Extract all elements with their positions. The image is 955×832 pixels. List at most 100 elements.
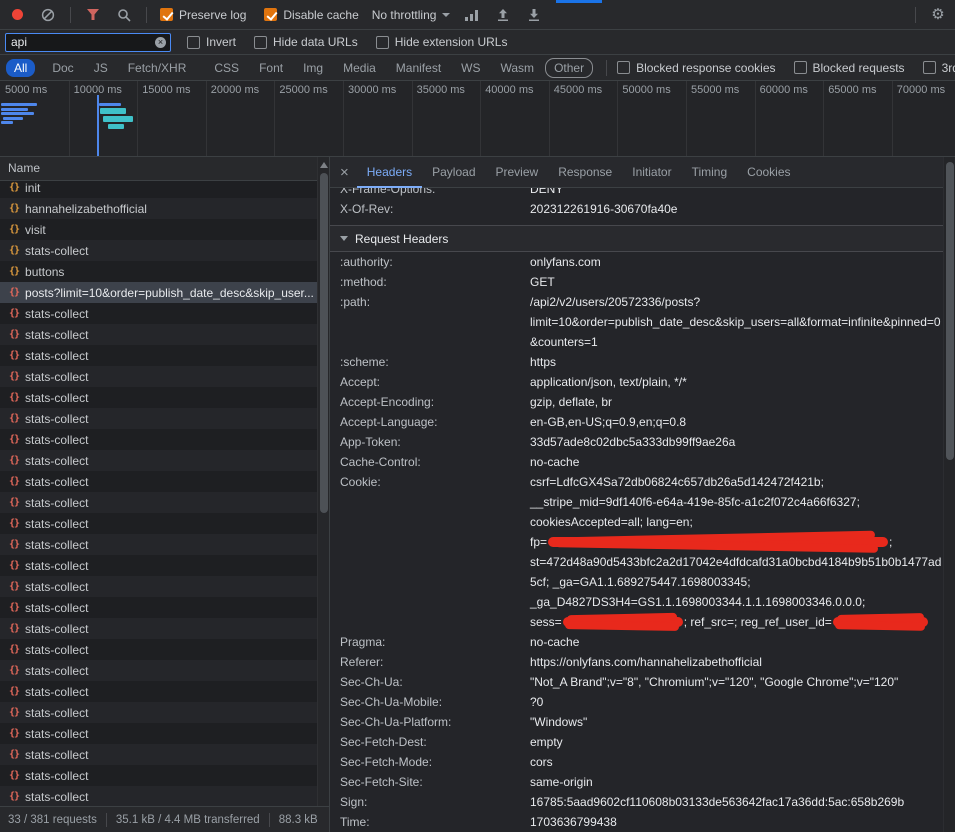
filter-chip-img[interactable]: Img: [295, 59, 331, 77]
request-row[interactable]: {}stats-collect: [0, 366, 317, 387]
request-row[interactable]: {}stats-collect: [0, 597, 317, 618]
request-name: stats-collect: [25, 412, 88, 426]
header-name: Sign:: [340, 792, 530, 812]
tab-headers[interactable]: Headers: [357, 157, 422, 188]
header-name: Sec-Fetch-Site:: [340, 772, 530, 792]
json-braces-icon: {}: [9, 224, 19, 235]
checkbox-label: Blocked response cookies: [636, 61, 775, 75]
request-row[interactable]: {}stats-collect: [0, 450, 317, 471]
json-braces-icon: {}: [9, 602, 19, 613]
settings-gear-button[interactable]: ⚙: [929, 6, 947, 24]
request-row[interactable]: {}stats-collect: [0, 744, 317, 765]
request-row[interactable]: {}init: [0, 181, 317, 198]
checkbox-label: Disable cache: [283, 8, 358, 22]
request-row[interactable]: {}stats-collect: [0, 639, 317, 660]
filter-chip-wasm[interactable]: Wasm: [493, 59, 543, 77]
request-row[interactable]: {}stats-collect: [0, 345, 317, 366]
header-value: "Windows": [530, 712, 943, 732]
request-headers-section[interactable]: Request Headers: [330, 226, 943, 252]
overview-strip[interactable]: 5000 ms10000 ms15000 ms20000 ms25000 ms3…: [0, 81, 955, 157]
filter-checkboxes: Invert Hide data URLs Hide extension URLs: [187, 35, 507, 49]
header-row: :authority:onlyfans.com: [340, 252, 943, 272]
clear-button[interactable]: [39, 6, 57, 24]
request-row[interactable]: {}stats-collect: [0, 471, 317, 492]
request-row[interactable]: {}visit: [0, 219, 317, 240]
name-column-header[interactable]: Name: [0, 157, 329, 181]
request-name: stats-collect: [25, 706, 88, 720]
request-row[interactable]: {}buttons: [0, 261, 317, 282]
request-name: stats-collect: [25, 664, 88, 678]
request-row[interactable]: {}posts?limit=10&order=publish_date_desc…: [0, 282, 317, 303]
close-icon[interactable]: ×: [340, 164, 349, 181]
filter-chip-doc[interactable]: Doc: [44, 59, 81, 77]
requests-scrollbar-thumb[interactable]: [320, 173, 328, 513]
checkbox-blocked-response-cookies[interactable]: Blocked response cookies: [617, 61, 775, 75]
request-row[interactable]: {}stats-collect: [0, 387, 317, 408]
export-har-button[interactable]: [525, 6, 543, 24]
overview-time-label: 55000 ms: [691, 84, 739, 96]
request-row[interactable]: {}stats-collect: [0, 408, 317, 429]
checkbox-hide-data-urls[interactable]: Hide data URLs: [254, 35, 358, 49]
overview-time-label: 50000 ms: [622, 84, 670, 96]
header-value: https://onlyfans.com/hannahelizabethoffi…: [530, 652, 943, 672]
checkbox-disable-cache[interactable]: Disable cache: [264, 8, 358, 22]
request-row[interactable]: {}stats-collect: [0, 240, 317, 261]
tab-response[interactable]: Response: [548, 157, 622, 188]
network-conditions-button[interactable]: [463, 6, 481, 24]
request-row[interactable]: {}stats-collect: [0, 534, 317, 555]
request-row[interactable]: {}stats-collect: [0, 492, 317, 513]
request-row[interactable]: {}stats-collect: [0, 660, 317, 681]
filter-chip-manifest[interactable]: Manifest: [388, 59, 449, 77]
tab-timing[interactable]: Timing: [682, 157, 738, 188]
waterfall-bar: [108, 124, 124, 129]
request-row[interactable]: {}stats-collect: [0, 576, 317, 597]
request-row[interactable]: {}hannahelizabethofficial: [0, 198, 317, 219]
tab-preview[interactable]: Preview: [486, 157, 549, 188]
filter-input[interactable]: [11, 35, 152, 49]
header-name: App-Token:: [340, 432, 530, 452]
header-name: :path:: [340, 292, 530, 352]
request-row[interactable]: {}stats-collect: [0, 618, 317, 639]
scroll-up-arrow-icon[interactable]: [320, 162, 328, 168]
tab-cookies[interactable]: Cookies: [737, 157, 800, 188]
checkbox-invert[interactable]: Invert: [187, 35, 236, 49]
filter-chip-ws[interactable]: WS: [453, 59, 488, 77]
request-row[interactable]: {}stats-collect: [0, 765, 317, 786]
header-value: https: [530, 352, 943, 372]
filter-chip-js[interactable]: JS: [86, 59, 116, 77]
filter-chip-media[interactable]: Media: [335, 59, 384, 77]
filter-chip-font[interactable]: Font: [251, 59, 291, 77]
request-row[interactable]: {}stats-collect: [0, 786, 317, 806]
filter-chip-fetch-xhr[interactable]: Fetch/XHR: [120, 59, 195, 77]
tab-payload[interactable]: Payload: [422, 157, 485, 188]
checkbox-blocked-requests[interactable]: Blocked requests: [794, 61, 905, 75]
request-name: stats-collect: [25, 433, 88, 447]
request-row[interactable]: {}stats-collect: [0, 702, 317, 723]
request-row[interactable]: {}stats-collect: [0, 513, 317, 534]
checkbox-hide-extension-urls[interactable]: Hide extension URLs: [376, 35, 508, 49]
request-row[interactable]: {}stats-collect: [0, 555, 317, 576]
checkbox-label: Hide extension URLs: [395, 35, 508, 49]
filter-chip-all[interactable]: All: [6, 59, 35, 77]
request-row[interactable]: {}stats-collect: [0, 429, 317, 450]
search-icon: [117, 8, 131, 22]
throttling-dropdown[interactable]: No throttling: [372, 8, 451, 22]
filter-chip-other[interactable]: Other: [546, 59, 592, 77]
request-row[interactable]: {}stats-collect: [0, 324, 317, 345]
tab-initiator[interactable]: Initiator: [622, 157, 681, 188]
checkbox-3rd-party-requests[interactable]: 3rd-party requests: [923, 61, 955, 75]
record-button[interactable]: [8, 6, 26, 24]
checkbox-preserve-log[interactable]: Preserve log: [160, 8, 246, 22]
search-button[interactable]: [115, 6, 133, 24]
request-row[interactable]: {}stats-collect: [0, 681, 317, 702]
request-row[interactable]: {}stats-collect: [0, 723, 317, 744]
request-name: stats-collect: [25, 370, 88, 384]
filter-toggle-button[interactable]: [84, 6, 102, 24]
detail-scrollbar-thumb[interactable]: [946, 162, 954, 460]
detail-scrollbar[interactable]: [943, 157, 955, 832]
clear-filter-icon[interactable]: ×: [155, 37, 166, 48]
request-row[interactable]: {}stats-collect: [0, 303, 317, 324]
import-har-button[interactable]: [494, 6, 512, 24]
filter-chip-css[interactable]: CSS: [206, 59, 247, 77]
requests-scrollbar[interactable]: [317, 157, 329, 806]
